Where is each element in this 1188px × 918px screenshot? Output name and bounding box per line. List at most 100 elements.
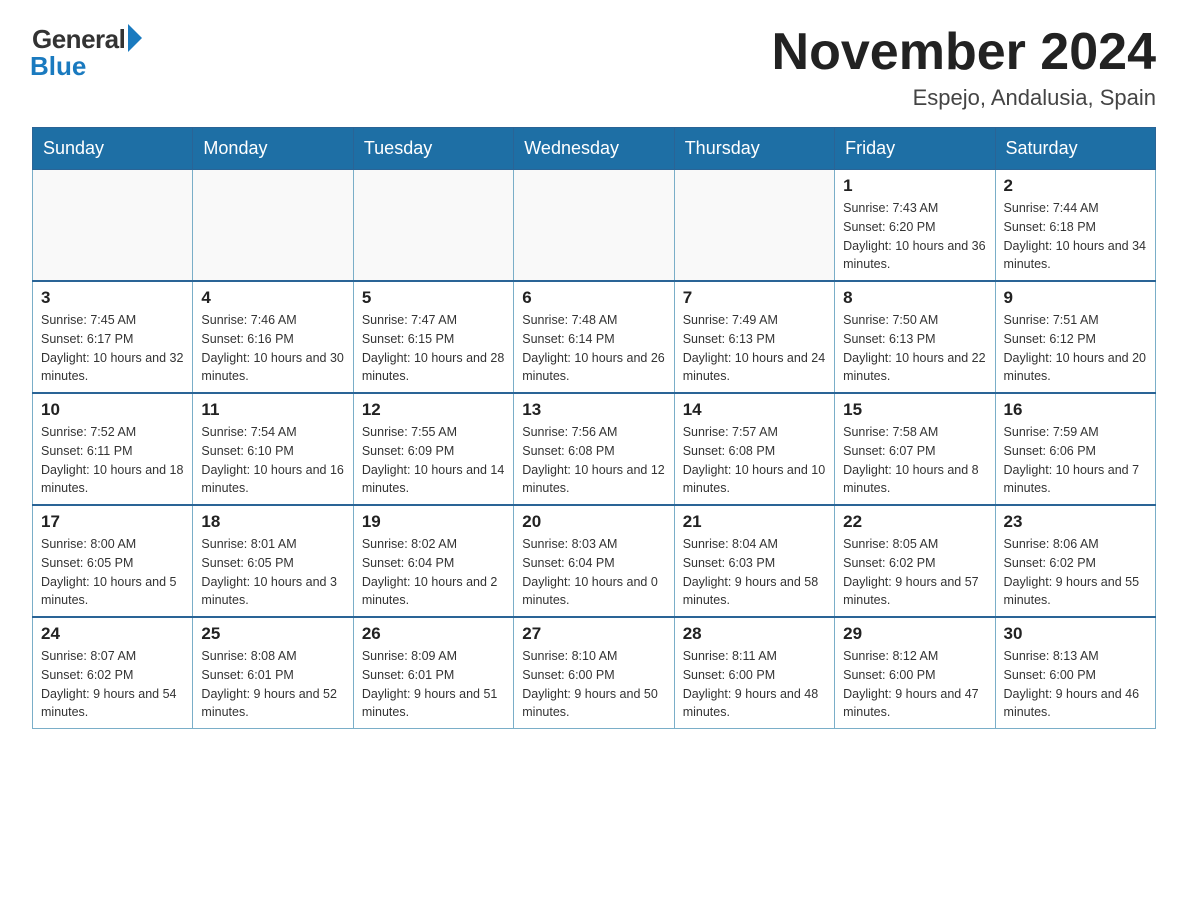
- day-number: 14: [683, 400, 826, 420]
- day-number: 23: [1004, 512, 1147, 532]
- day-info: Sunrise: 8:05 AM Sunset: 6:02 PM Dayligh…: [843, 535, 986, 610]
- weekday-header-saturday: Saturday: [995, 128, 1155, 170]
- calendar-cell: 12 Sunrise: 7:55 AM Sunset: 6:09 PM Dayli…: [353, 393, 513, 505]
- calendar-cell: 24Sunrise: 8:07 AM Sunset: 6:02 PM Dayli…: [33, 617, 193, 729]
- calendar-cell: 11 Sunrise: 7:54 AM Sunset: 6:10 PM Dayli…: [193, 393, 353, 505]
- day-info: Sunrise: 8:00 AM Sunset: 6:05 PM Dayligh…: [41, 535, 184, 610]
- day-info: Sunrise: 8:03 AM Sunset: 6:04 PM Dayligh…: [522, 535, 665, 610]
- day-number: 15: [843, 400, 986, 420]
- day-number: 25: [201, 624, 344, 644]
- day-info: Sunrise: 7:56 AM Sunset: 6:08 PM Dayligh…: [522, 423, 665, 498]
- calendar-cell: 4 Sunrise: 7:46 AM Sunset: 6:16 PM Daylig…: [193, 281, 353, 393]
- day-number: 9: [1004, 288, 1147, 308]
- day-info: Sunrise: 7:46 AM Sunset: 6:16 PM Dayligh…: [201, 311, 344, 386]
- weekday-header-thursday: Thursday: [674, 128, 834, 170]
- calendar-cell: 2 Sunrise: 7:44 AM Sunset: 6:18 PM Daylig…: [995, 170, 1155, 282]
- day-number: 4: [201, 288, 344, 308]
- calendar-cell: 19 Sunrise: 8:02 AM Sunset: 6:04 PM Dayli…: [353, 505, 513, 617]
- day-number: 13: [522, 400, 665, 420]
- calendar-cell: 18Sunrise: 8:01 AM Sunset: 6:05 PM Dayli…: [193, 505, 353, 617]
- day-info: Sunrise: 8:11 AM Sunset: 6:00 PM Dayligh…: [683, 647, 826, 722]
- day-number: 28: [683, 624, 826, 644]
- calendar-cell: 23 Sunrise: 8:06 AM Sunset: 6:02 PM Dayli…: [995, 505, 1155, 617]
- day-number: 20: [522, 512, 665, 532]
- day-number: 3: [41, 288, 184, 308]
- calendar-cell: [514, 170, 674, 282]
- day-info: Sunrise: 7:52 AM Sunset: 6:11 PM Dayligh…: [41, 423, 184, 498]
- day-info: Sunrise: 8:13 AM Sunset: 6:00 PM Dayligh…: [1004, 647, 1147, 722]
- calendar-table: SundayMondayTuesdayWednesdayThursdayFrid…: [32, 127, 1156, 729]
- day-info: Sunrise: 7:57 AM Sunset: 6:08 PM Dayligh…: [683, 423, 826, 498]
- day-number: 12: [362, 400, 505, 420]
- day-info: Sunrise: 7:48 AM Sunset: 6:14 PM Dayligh…: [522, 311, 665, 386]
- logo-triangle-icon: [128, 24, 142, 52]
- weekday-header-row: SundayMondayTuesdayWednesdayThursdayFrid…: [33, 128, 1156, 170]
- day-number: 8: [843, 288, 986, 308]
- calendar-week-row: 1 Sunrise: 7:43 AM Sunset: 6:20 PM Daylig…: [33, 170, 1156, 282]
- day-number: 7: [683, 288, 826, 308]
- day-info: Sunrise: 8:06 AM Sunset: 6:02 PM Dayligh…: [1004, 535, 1147, 610]
- calendar-cell: 27Sunrise: 8:10 AM Sunset: 6:00 PM Dayli…: [514, 617, 674, 729]
- day-number: 19: [362, 512, 505, 532]
- calendar-week-row: 3Sunrise: 7:45 AM Sunset: 6:17 PM Daylig…: [33, 281, 1156, 393]
- day-info: Sunrise: 7:44 AM Sunset: 6:18 PM Dayligh…: [1004, 199, 1147, 274]
- day-number: 27: [522, 624, 665, 644]
- day-number: 30: [1004, 624, 1147, 644]
- calendar-cell: [353, 170, 513, 282]
- calendar-cell: [193, 170, 353, 282]
- logo: General Blue: [32, 24, 142, 82]
- calendar-cell: 3Sunrise: 7:45 AM Sunset: 6:17 PM Daylig…: [33, 281, 193, 393]
- calendar-cell: [674, 170, 834, 282]
- calendar-cell: 21Sunrise: 8:04 AM Sunset: 6:03 PM Dayli…: [674, 505, 834, 617]
- calendar-cell: [33, 170, 193, 282]
- calendar-cell: 8Sunrise: 7:50 AM Sunset: 6:13 PM Daylig…: [835, 281, 995, 393]
- day-info: Sunrise: 8:12 AM Sunset: 6:00 PM Dayligh…: [843, 647, 986, 722]
- day-number: 24: [41, 624, 184, 644]
- day-info: Sunrise: 7:49 AM Sunset: 6:13 PM Dayligh…: [683, 311, 826, 386]
- day-info: Sunrise: 7:47 AM Sunset: 6:15 PM Dayligh…: [362, 311, 505, 386]
- weekday-header-sunday: Sunday: [33, 128, 193, 170]
- day-info: Sunrise: 8:04 AM Sunset: 6:03 PM Dayligh…: [683, 535, 826, 610]
- calendar-cell: 30 Sunrise: 8:13 AM Sunset: 6:00 PM Dayli…: [995, 617, 1155, 729]
- day-number: 11: [201, 400, 344, 420]
- calendar-cell: 15 Sunrise: 7:58 AM Sunset: 6:07 PM Dayli…: [835, 393, 995, 505]
- calendar-cell: 1 Sunrise: 7:43 AM Sunset: 6:20 PM Daylig…: [835, 170, 995, 282]
- page-header: General Blue November 2024 Espejo, Andal…: [32, 24, 1156, 111]
- logo-blue-text: Blue: [30, 51, 86, 82]
- day-number: 2: [1004, 176, 1147, 196]
- day-info: Sunrise: 7:43 AM Sunset: 6:20 PM Dayligh…: [843, 199, 986, 274]
- day-info: Sunrise: 7:59 AM Sunset: 6:06 PM Dayligh…: [1004, 423, 1147, 498]
- calendar-cell: 6Sunrise: 7:48 AM Sunset: 6:14 PM Daylig…: [514, 281, 674, 393]
- weekday-header-wednesday: Wednesday: [514, 128, 674, 170]
- location-title: Espejo, Andalusia, Spain: [772, 85, 1156, 111]
- calendar-cell: 26Sunrise: 8:09 AM Sunset: 6:01 PM Dayli…: [353, 617, 513, 729]
- calendar-cell: 9 Sunrise: 7:51 AM Sunset: 6:12 PM Daylig…: [995, 281, 1155, 393]
- day-info: Sunrise: 7:58 AM Sunset: 6:07 PM Dayligh…: [843, 423, 986, 498]
- day-number: 1: [843, 176, 986, 196]
- calendar-cell: 5 Sunrise: 7:47 AM Sunset: 6:15 PM Daylig…: [353, 281, 513, 393]
- calendar-cell: 29 Sunrise: 8:12 AM Sunset: 6:00 PM Dayli…: [835, 617, 995, 729]
- weekday-header-friday: Friday: [835, 128, 995, 170]
- day-info: Sunrise: 8:09 AM Sunset: 6:01 PM Dayligh…: [362, 647, 505, 722]
- day-info: Sunrise: 7:55 AM Sunset: 6:09 PM Dayligh…: [362, 423, 505, 498]
- month-title: November 2024: [772, 24, 1156, 81]
- day-number: 18: [201, 512, 344, 532]
- calendar-cell: 22Sunrise: 8:05 AM Sunset: 6:02 PM Dayli…: [835, 505, 995, 617]
- day-number: 17: [41, 512, 184, 532]
- day-info: Sunrise: 8:02 AM Sunset: 6:04 PM Dayligh…: [362, 535, 505, 610]
- calendar-cell: 7 Sunrise: 7:49 AM Sunset: 6:13 PM Daylig…: [674, 281, 834, 393]
- day-number: 5: [362, 288, 505, 308]
- calendar-cell: 25 Sunrise: 8:08 AM Sunset: 6:01 PM Dayli…: [193, 617, 353, 729]
- calendar-cell: 13 Sunrise: 7:56 AM Sunset: 6:08 PM Dayli…: [514, 393, 674, 505]
- day-info: Sunrise: 7:54 AM Sunset: 6:10 PM Dayligh…: [201, 423, 344, 498]
- title-block: November 2024 Espejo, Andalusia, Spain: [772, 24, 1156, 111]
- day-number: 29: [843, 624, 986, 644]
- day-info: Sunrise: 8:08 AM Sunset: 6:01 PM Dayligh…: [201, 647, 344, 722]
- weekday-header-tuesday: Tuesday: [353, 128, 513, 170]
- calendar-cell: 28 Sunrise: 8:11 AM Sunset: 6:00 PM Dayli…: [674, 617, 834, 729]
- calendar-cell: 10 Sunrise: 7:52 AM Sunset: 6:11 PM Dayli…: [33, 393, 193, 505]
- day-number: 10: [41, 400, 184, 420]
- calendar-week-row: 24Sunrise: 8:07 AM Sunset: 6:02 PM Dayli…: [33, 617, 1156, 729]
- day-info: Sunrise: 7:51 AM Sunset: 6:12 PM Dayligh…: [1004, 311, 1147, 386]
- calendar-cell: 17 Sunrise: 8:00 AM Sunset: 6:05 PM Dayli…: [33, 505, 193, 617]
